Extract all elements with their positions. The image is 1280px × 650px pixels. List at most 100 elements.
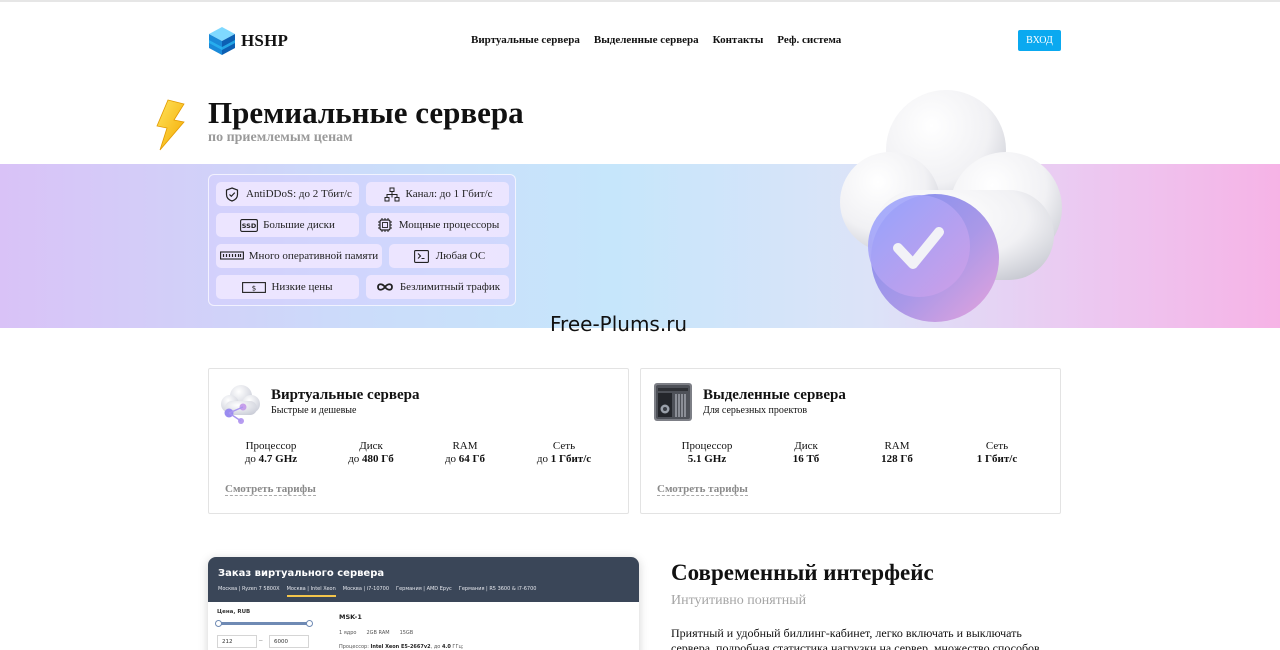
price-label: Цена, RUB xyxy=(217,609,251,615)
spec-value: до 64 Гб xyxy=(444,453,486,465)
spec-label: Диск xyxy=(794,440,818,452)
panel-header: Заказ виртуального сервера Москва | Ryze… xyxy=(208,557,639,602)
card-title: Выделенные сервера xyxy=(703,387,846,403)
watermark-text: Free-Plums.ru xyxy=(550,312,688,336)
spec-ram: RAM 128 Гб xyxy=(852,440,942,465)
panel-body: Цена, RUB 212 – 6000 MSK-1 1 ядро 2GB RA… xyxy=(208,602,639,650)
spec-label: RAM xyxy=(884,440,910,452)
section-subtitle: Интуитивно понятный xyxy=(671,593,807,608)
feature-label: Много оперативной памяти xyxy=(248,250,379,262)
slider-min-handle[interactable] xyxy=(215,620,222,627)
spec-value: 1 Гбит/с xyxy=(976,453,1018,465)
price-slider[interactable] xyxy=(215,620,313,627)
hero-title: Премиальные сервера xyxy=(208,95,524,130)
tab-location-active[interactable]: Москва | Intel Xeon xyxy=(286,586,336,597)
feature-label: Канал: до 1 Гбит/с xyxy=(405,188,493,200)
feature-label: Низкие цены xyxy=(271,281,333,293)
feature-disks: SSD Большие диски xyxy=(216,213,359,237)
spec-network: Сеть 1 Гбит/с xyxy=(952,440,1042,465)
spec-label: Процессор xyxy=(681,440,733,452)
cpu-icon xyxy=(376,217,394,233)
hero-gradient-band xyxy=(0,164,1280,328)
cube-logo-icon xyxy=(209,27,235,55)
logo-text: HSHP xyxy=(241,31,289,50)
view-tariffs-link[interactable]: Смотреть тарифы xyxy=(657,483,748,496)
feature-channel: Канал: до 1 Гбит/с xyxy=(366,182,509,206)
feature-traffic: Безлимитный трафик xyxy=(366,275,509,299)
feature-label: Любая ОС xyxy=(435,250,486,262)
slider-max-handle[interactable] xyxy=(306,620,313,627)
nav-referral[interactable]: Реф. система xyxy=(777,34,841,46)
feature-cpu: Мощные процессоры xyxy=(366,213,509,237)
logo[interactable]: HSHP xyxy=(208,26,288,56)
panel-title: Заказ виртуального сервера xyxy=(218,568,385,579)
nav-contacts[interactable]: Контакты xyxy=(713,34,764,46)
nav-dedicated-servers[interactable]: Выделенные сервера xyxy=(594,34,699,46)
feature-label: Мощные процессоры xyxy=(398,219,500,231)
spec-value: 128 Гб xyxy=(881,453,913,465)
spec-value: 5.1 GHz xyxy=(687,453,727,465)
range-dash: – xyxy=(259,636,263,644)
spec-label: Диск xyxy=(359,440,383,452)
dollar-icon: $ xyxy=(242,279,267,295)
nav-virtual-servers[interactable]: Виртуальные сервера xyxy=(471,34,580,46)
server-name: MSK-1 xyxy=(339,613,362,621)
svg-text:$: $ xyxy=(252,284,256,292)
spec-value: до 480 Гб xyxy=(348,453,394,465)
billing-panel-screenshot: Заказ виртуального сервера Москва | Ryze… xyxy=(208,557,639,650)
hero-subtitle: по приемлемым ценам xyxy=(208,130,353,145)
feature-antiddos: AntiDDoS: до 2 Тбит/с xyxy=(216,182,359,206)
lightning-icon xyxy=(156,99,185,151)
server-ram: 2GB RAM xyxy=(366,630,390,636)
ssd-icon: SSD xyxy=(240,217,259,233)
main-nav: Виртуальные сервера Выделенные сервера К… xyxy=(471,34,841,46)
dedicated-servers-card: Выделенные сервера Для серьезных проекто… xyxy=(640,368,1061,514)
svg-text:SSD: SSD xyxy=(242,222,257,230)
cloud-network-icon xyxy=(221,385,260,424)
os-icon xyxy=(413,248,431,264)
price-max-input[interactable]: 6000 xyxy=(269,635,309,648)
spec-cpu: Процессор 5.1 GHz xyxy=(662,440,752,465)
spec-disk: Диск до 480 Гб xyxy=(326,440,416,465)
card-subtitle: Быстрые и дешевые xyxy=(271,405,357,416)
spec-label: Сеть xyxy=(552,440,576,452)
tab-location[interactable]: Москва | Ryzen 7 5800X xyxy=(218,586,280,597)
spec-disk: Диск 16 Тб xyxy=(761,440,851,465)
card-title: Виртуальные сервера xyxy=(271,387,420,403)
spec-ram: RAM до 64 Гб xyxy=(420,440,510,465)
spec-label: Процессор xyxy=(245,440,297,452)
server-rack-icon xyxy=(654,383,692,421)
shield-check-icon xyxy=(223,186,241,202)
feature-label: Безлимитный трафик xyxy=(399,281,501,293)
view-tariffs-link[interactable]: Смотреть тарифы xyxy=(225,483,316,496)
ram-icon xyxy=(219,248,244,264)
server-disk: 15GB xyxy=(399,630,414,636)
spec-value: до 4.7 GHz xyxy=(244,453,298,465)
section-title: Современный интерфейс xyxy=(671,560,934,585)
spec-value: 16 Тб xyxy=(792,453,820,465)
tab-location[interactable]: Москва | i7-10700 xyxy=(343,586,389,597)
spec-label: RAM xyxy=(452,440,478,452)
feature-os: Любая ОС xyxy=(389,244,509,268)
location-tabs: Москва | Ryzen 7 5800X Москва | Intel Xe… xyxy=(218,586,629,597)
virtual-servers-card: Виртуальные сервера Быстрые и дешевые Пр… xyxy=(208,368,629,514)
spec-label: Сеть xyxy=(985,440,1009,452)
section-text: Приятный и удобный биллинг-кабинет, легк… xyxy=(671,626,1040,650)
server-cores: 1 ядро xyxy=(339,630,357,636)
server-meta: 1 ядро 2GB RAM 15GB xyxy=(339,630,413,636)
network-icon xyxy=(383,186,401,202)
spec-cpu: Процессор до 4.7 GHz xyxy=(226,440,316,465)
feature-prices: $ Низкие цены xyxy=(216,275,359,299)
server-cpu: Процессор: Intel Xeon E5-2667v2, до 4.0 … xyxy=(339,644,464,650)
card-subtitle: Для серьезных проектов xyxy=(703,405,808,416)
tab-location[interactable]: Германия | R5 3600 & i7-6700 xyxy=(459,586,537,597)
site-header: HSHP Виртуальные сервера Выделенные серв… xyxy=(0,0,1280,80)
spec-network: Сеть до 1 Гбит/с xyxy=(519,440,609,465)
features-box: AntiDDoS: до 2 Тбит/с Канал: до 1 Гбит/с… xyxy=(208,174,516,306)
tab-location[interactable]: Германия | AMD Epyc xyxy=(396,586,452,597)
feature-ram: Много оперативной памяти xyxy=(216,244,382,268)
cloud-check-illustration xyxy=(840,90,1062,322)
login-button[interactable]: ВХОД xyxy=(1018,30,1061,51)
infinity-icon xyxy=(375,279,395,295)
price-min-input[interactable]: 212 xyxy=(217,635,257,648)
